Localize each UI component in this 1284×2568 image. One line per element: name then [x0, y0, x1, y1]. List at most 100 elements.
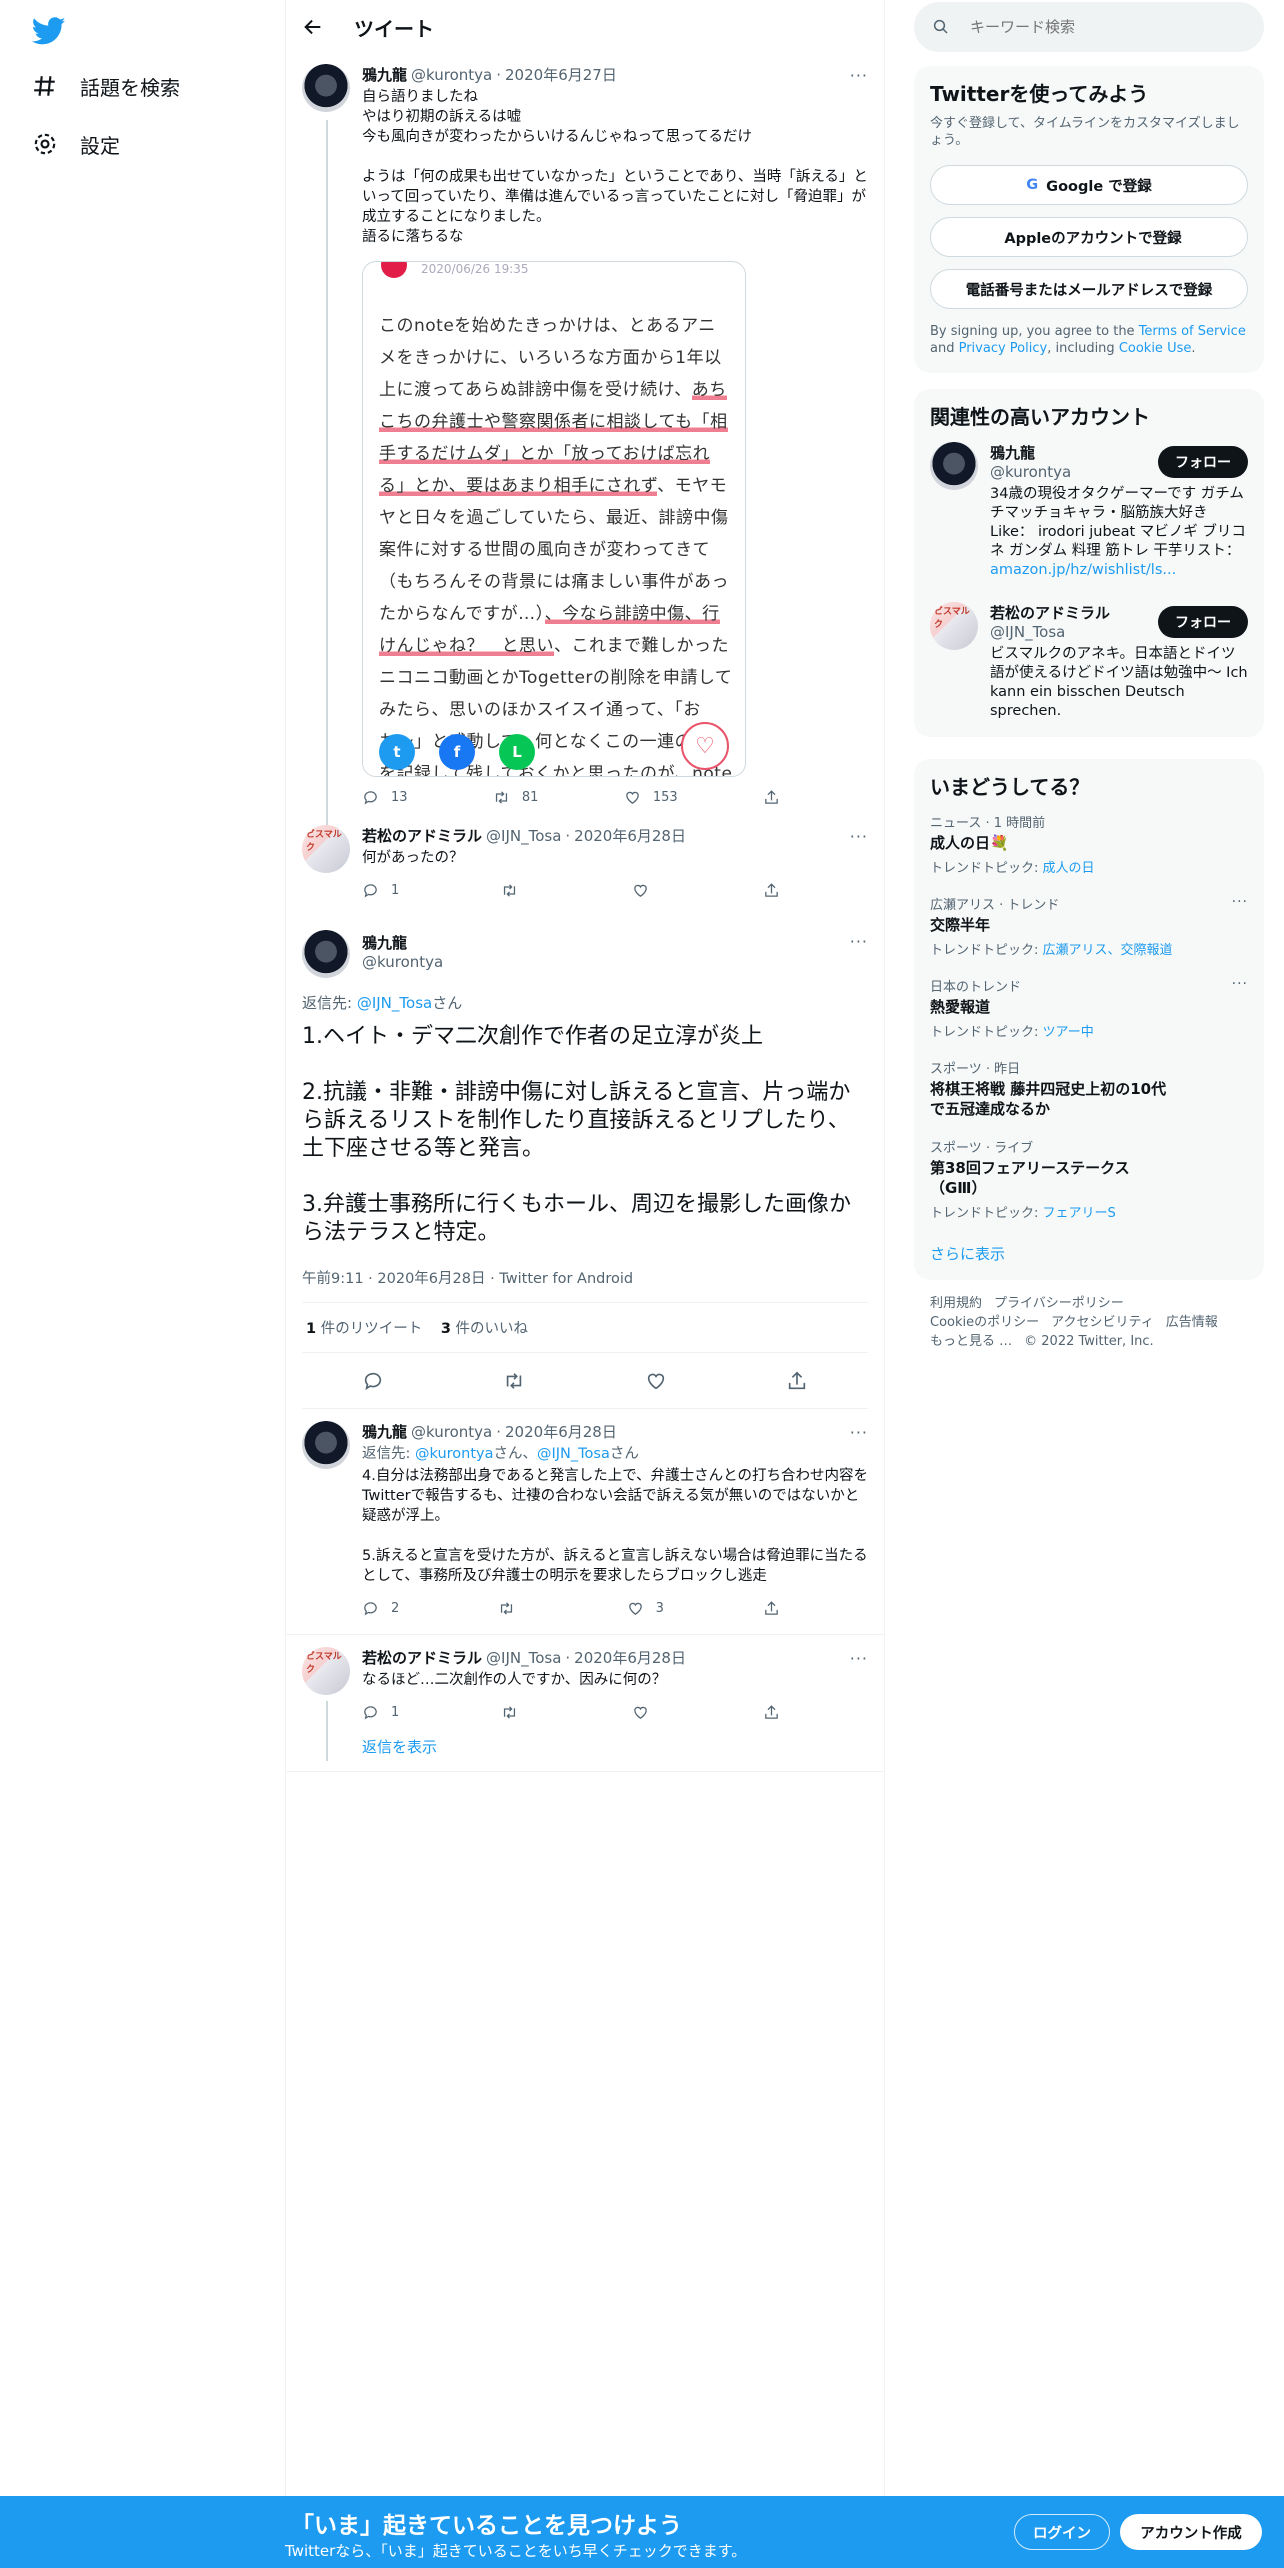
- footer-link[interactable]: プライバシーポリシー: [994, 1296, 1124, 1311]
- google-signup-label: Google で登録: [1046, 178, 1152, 195]
- trend-topic-link[interactable]: フェアリーS: [1043, 1206, 1116, 1221]
- show-replies-link[interactable]: 返信を表示: [362, 1736, 437, 1757]
- footer-link[interactable]: 広告情報: [1166, 1315, 1218, 1330]
- tweet-date[interactable]: 2020年6月28日: [574, 1647, 686, 1668]
- reply-tweet[interactable]: ··· 鴉九龍 @kurontya · 2020年6月28日 返信先: @kur…: [286, 1409, 884, 1634]
- show-more-link[interactable]: さらに表示: [930, 1243, 1005, 1264]
- nav-settings[interactable]: 設定: [32, 122, 120, 166]
- retweet-button[interactable]: 81: [493, 787, 538, 807]
- footer-more-link[interactable]: もっと見る …: [930, 1334, 1012, 1349]
- search-input[interactable]: [970, 18, 1230, 36]
- heart-icon[interactable]: [645, 1370, 667, 1392]
- nav-explore[interactable]: 話題を検索: [32, 64, 180, 108]
- trend-item[interactable]: ··· 日本のトレンド 熱愛報道 トレンドトピック: ツアー中: [930, 976, 1248, 1040]
- like-stat[interactable]: 3 件のいいね: [441, 1321, 528, 1337]
- reply-tweet[interactable]: ··· ビスマルク 若松のアドミラル @IJN_Tosa · 2020年6月28…: [286, 1635, 884, 1761]
- author-handle[interactable]: @kurontya: [411, 66, 492, 84]
- avatar[interactable]: ビスマルク: [302, 825, 350, 873]
- footer-link[interactable]: 利用規約: [930, 1296, 982, 1311]
- like-button[interactable]: [632, 880, 661, 900]
- reply-button[interactable]: 1: [362, 880, 399, 900]
- tweet-timestamp[interactable]: 午前9:11 · 2020年6月28日 · Twitter for Androi…: [302, 1267, 868, 1302]
- back-arrow-icon[interactable]: [302, 16, 324, 38]
- reply-to-link[interactable]: @kurontya: [415, 1446, 494, 1462]
- like-button[interactable]: 153: [624, 787, 678, 807]
- trend-topic-link[interactable]: 成人の日: [1043, 861, 1095, 876]
- reply-button[interactable]: 13: [362, 787, 408, 807]
- reply-context: 返信先: @kurontyaさん、@IJN_Tosaさん: [362, 1446, 639, 1462]
- reply-to-link[interactable]: @IJN_Tosa: [357, 994, 432, 1012]
- reply-icon[interactable]: [362, 1370, 384, 1392]
- share-button[interactable]: [763, 880, 792, 900]
- share-button[interactable]: [763, 1702, 792, 1722]
- avatar[interactable]: [302, 64, 350, 112]
- like-button[interactable]: [632, 1702, 661, 1722]
- share-icon[interactable]: [786, 1370, 808, 1392]
- author-handle[interactable]: @IJN_Tosa: [486, 827, 561, 845]
- author-handle[interactable]: @IJN_Tosa: [486, 1649, 561, 1667]
- more-options-icon[interactable]: ···: [1232, 894, 1248, 910]
- embedded-image-card[interactable]: 2020/06/26 19:35 このnoteを始めたきっかけは、とあるアニメを…: [362, 261, 746, 777]
- author-name[interactable]: 若松のアドミラル: [362, 825, 482, 846]
- share-button[interactable]: [763, 787, 792, 807]
- more-options-icon[interactable]: ···: [850, 66, 868, 85]
- more-options-icon[interactable]: ···: [1232, 976, 1248, 992]
- privacy-link[interactable]: Privacy Policy: [959, 341, 1048, 356]
- author-handle[interactable]: @kurontya: [362, 953, 868, 971]
- account-card[interactable]: ビスマルク 若松のアドミラル @IJN_Tosa ビスマルクのアネキ。日本語とド…: [930, 602, 1248, 721]
- share-button[interactable]: [763, 1598, 792, 1618]
- account-card[interactable]: 鴉九龍 @kurontya 34歳の現役オタクゲーマーです ガチムチマッチョキャ…: [930, 442, 1248, 580]
- signup-button[interactable]: アカウント作成: [1120, 2514, 1262, 2550]
- avatar[interactable]: [930, 442, 978, 490]
- author-name[interactable]: 若松のアドミラル: [362, 1647, 482, 1668]
- retweet-stat[interactable]: 1 件のリツイート: [306, 1321, 422, 1337]
- avatar[interactable]: [302, 930, 350, 978]
- thread-tweet[interactable]: ··· ビスマルク 若松のアドミラル @IJN_Tosa · 2020年6月28…: [286, 807, 884, 918]
- retweet-button[interactable]: [498, 1598, 527, 1618]
- search-bar[interactable]: [914, 2, 1264, 52]
- reply-to-link[interactable]: @IJN_Tosa: [537, 1446, 610, 1462]
- trend-topic-link[interactable]: ツアー中: [1043, 1025, 1094, 1040]
- more-options-icon[interactable]: ···: [850, 1423, 868, 1442]
- retweet-icon[interactable]: [503, 1370, 525, 1392]
- author-name[interactable]: 鴉九龍: [362, 1421, 407, 1442]
- signup-title: Twitterを使ってみよう: [930, 82, 1149, 106]
- trend-topic-link[interactable]: 広瀬アリス、交際報道: [1043, 943, 1173, 958]
- trend-item[interactable]: ··· 広瀬アリス · トレンド 交際半年 トレンドトピック: 広瀬アリス、交際…: [930, 894, 1248, 958]
- tweet-actions: 1: [362, 1702, 792, 1722]
- footer-link[interactable]: Cookieのポリシー: [930, 1315, 1039, 1330]
- google-signup-button[interactable]: G Google で登録: [930, 165, 1248, 205]
- trend-item[interactable]: ニュース · 1 時間前 成人の日💐 トレンドトピック: 成人の日: [930, 812, 1248, 876]
- trend-item[interactable]: スポーツ · 昨日 将棋王将戦 藤井四冠史上初の10代で五冠達成なるか: [930, 1058, 1248, 1119]
- tweet-date[interactable]: 2020年6月28日: [574, 825, 686, 846]
- thread-tweet[interactable]: ··· 鴉九龍 @kurontya · 2020年6月27日 自ら語りましたね …: [286, 54, 884, 860]
- avatar[interactable]: ビスマルク: [302, 1647, 350, 1695]
- footer-link[interactable]: アクセシビリティ: [1051, 1315, 1154, 1330]
- bio-link[interactable]: amazon.jp/hz/wishlist/ls...: [990, 562, 1176, 578]
- login-button[interactable]: ログイン: [1014, 2514, 1110, 2550]
- apple-signup-button[interactable]: Appleのアカウントで登録: [930, 217, 1248, 257]
- reply-button[interactable]: 1: [362, 1702, 399, 1722]
- tweet-date[interactable]: 2020年6月27日: [505, 64, 617, 85]
- reply-button[interactable]: 2: [362, 1598, 399, 1618]
- author-name[interactable]: 鴉九龍: [362, 64, 407, 85]
- more-options-icon[interactable]: ···: [850, 1649, 868, 1668]
- avatar[interactable]: ビスマルク: [930, 602, 978, 650]
- author-name[interactable]: 鴉九龍: [362, 932, 868, 953]
- phone-signup-button[interactable]: 電話番号またはメールアドレスで登録: [930, 269, 1248, 309]
- follow-button[interactable]: フォロー: [1158, 606, 1248, 638]
- retweet-button[interactable]: [501, 880, 530, 900]
- gear-icon: [34, 133, 56, 155]
- avatar[interactable]: [302, 1421, 350, 1469]
- cookie-link[interactable]: Cookie Use: [1119, 341, 1192, 356]
- trend-item[interactable]: スポーツ · ライブ 第38回フェアリーステークス（GⅢ） トレンドトピック: …: [930, 1137, 1248, 1221]
- tweet-date[interactable]: 2020年6月28日: [505, 1421, 617, 1442]
- like-button[interactable]: 3: [627, 1598, 664, 1618]
- author-handle[interactable]: @kurontya: [411, 1423, 492, 1441]
- terms-link[interactable]: Terms of Service: [1139, 324, 1246, 339]
- more-options-icon[interactable]: ···: [850, 932, 868, 951]
- retweet-button[interactable]: [501, 1702, 530, 1722]
- follow-button[interactable]: フォロー: [1158, 446, 1248, 478]
- more-options-icon[interactable]: ···: [850, 827, 868, 846]
- twitter-logo-icon[interactable]: [32, 14, 66, 48]
